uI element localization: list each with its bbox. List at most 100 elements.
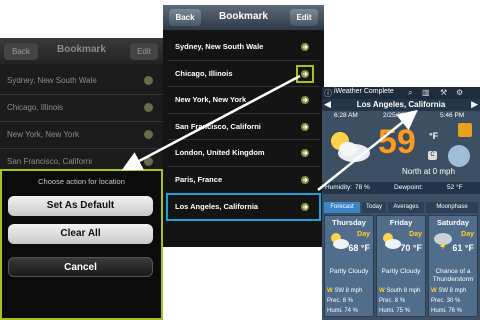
gear-arrow-icon[interactable] (296, 64, 314, 83)
weather-tabs: Forecast Today Averages Moonphase (322, 202, 480, 213)
weather-screen: ⓘ iWeather Complete ⌕ ▥ ⚒ ⚙ ◀ Los Angele… (322, 87, 480, 320)
gear-arrow-icon[interactable] (300, 175, 310, 185)
wind-prefix: W (431, 288, 437, 294)
list-item[interactable]: Sydney, New South Wale (167, 34, 320, 61)
partly-cloudy-icon (383, 233, 401, 249)
location-action-screen: Back Bookmark Edit Sydney, New South Wal… (0, 38, 163, 320)
tab-today[interactable]: Today (362, 202, 386, 213)
forecast-day-name: Friday (389, 218, 413, 227)
forecast-wind: SW 8 mph (438, 288, 467, 294)
wind-text: North at 0 mph (402, 167, 455, 176)
forecast-day-card: Saturday Day 61 °F Chance of a Thunderst… (428, 215, 478, 317)
dewpoint-label: Dewpoint: (394, 184, 423, 191)
list-item-label: Los Angeles, California (175, 201, 259, 211)
tab-moonphase[interactable]: Moonphase (426, 202, 478, 213)
partly-cloudy-icon (331, 233, 349, 249)
gear-arrow-icon[interactable] (144, 130, 153, 139)
tools-icon[interactable]: ⚒ (440, 88, 447, 97)
list-item-label: New York, New York (175, 95, 247, 105)
forecast-prec: 8 % (394, 298, 406, 304)
gear-arrow-icon[interactable] (300, 148, 310, 158)
forecast-condition: Partly Cloudy (329, 268, 369, 275)
forecast-wind: South 8 mph (386, 288, 421, 294)
gear-arrow-icon[interactable] (300, 42, 310, 52)
forecast-temp: 61 °F (452, 243, 474, 253)
prec-label: Prec. (327, 298, 342, 304)
search-icon[interactable]: ⌕ (408, 88, 412, 98)
bookmark-list: Sydney, New South Wale Chicago, Illinois… (166, 34, 321, 222)
bookmark-screen: Back Bookmark Edit Sydney, New South Wal… (163, 5, 324, 247)
info-icon[interactable]: ⓘ (324, 88, 332, 99)
edit-button[interactable]: Edit (130, 43, 158, 60)
forecast-day-name: Saturday (436, 218, 470, 227)
list-item-label: Chicago, Illinois (7, 103, 64, 112)
clear-all-button[interactable]: Clear All (8, 224, 153, 244)
wind-prefix: W (379, 288, 385, 294)
list-item[interactable]: Sydney, New South Wale (0, 68, 163, 95)
city-bar: ◀ Los Angeles, California ▶ (322, 99, 480, 111)
celsius-toggle-button[interactable]: C (428, 151, 437, 160)
book-icon[interactable]: ▥ (422, 88, 430, 97)
dewpoint-value: 52 °F (447, 184, 463, 191)
gear-arrow-icon[interactable] (300, 122, 310, 132)
sunset-time: 5:46 PM (440, 112, 465, 119)
gear-arrow-icon[interactable] (144, 103, 153, 112)
edit-button[interactable]: Edit (290, 9, 318, 26)
forecast-temp: 68 °F (348, 243, 370, 253)
forecast-prec: 30 % (446, 298, 461, 304)
list-item[interactable]: San Francisco, Californi (167, 114, 320, 141)
temperature-unit: °F (429, 131, 439, 141)
action-sheet-prompt: Choose action for location (38, 177, 125, 186)
partly-cloudy-icon (331, 132, 370, 162)
settings-icon[interactable]: ⚙ (456, 88, 463, 97)
list-item-label: San Francisco, Californi (175, 121, 261, 131)
list-item-label: New York, New York (7, 130, 80, 139)
humi-label: Humi. (327, 308, 343, 314)
list-item[interactable]: Chicago, Illinois (167, 61, 320, 88)
humidity-value: 78 % (355, 184, 370, 191)
forecast-day-card: Friday Day 70 °F Partly Cloudy W South 8… (376, 215, 426, 317)
gear-arrow-icon[interactable] (144, 76, 153, 85)
gear-arrow-icon[interactable] (144, 157, 153, 166)
tab-forecast[interactable]: Forecast (324, 202, 360, 213)
next-city-arrow-icon[interactable]: ▶ (471, 99, 478, 110)
sun-times: 6:28 AM 2/25/20 5:46 PM (322, 111, 480, 122)
list-item-selected[interactable]: Los Angeles, California (166, 192, 321, 222)
list-item[interactable]: Chicago, Illinois (0, 95, 163, 122)
forecast-day-name: Thursday (332, 218, 366, 227)
thunderstorm-icon (434, 233, 452, 250)
humidity-bar: Humidity: 78 % Dewpoint: 52 °F (322, 182, 480, 194)
wind-compass-icon (448, 145, 470, 167)
nav-bar: Back Bookmark Edit (163, 5, 324, 30)
app-toolbar: ⓘ iWeather Complete ⌕ ▥ ⚒ ⚙ (322, 87, 480, 99)
list-item[interactable]: New York, New York (0, 122, 163, 149)
cancel-button[interactable]: Cancel (8, 257, 153, 277)
forecast-humi: 75 % (396, 308, 411, 314)
forecast-humi: 74 % (344, 308, 359, 314)
gear-arrow-icon[interactable] (300, 95, 310, 105)
set-default-button[interactable]: Set As Default (8, 196, 153, 216)
wind-prefix: W (327, 288, 333, 294)
tab-averages[interactable]: Averages (388, 202, 424, 213)
humi-label: Humi. (379, 308, 395, 314)
humi-label: Humi. (431, 308, 447, 314)
alert-icon[interactable] (458, 123, 472, 137)
app-name: iWeather Complete (334, 88, 394, 95)
prec-label: Prec. (379, 298, 394, 304)
forecast-day-card: Thursday Day 68 °F Partly Cloudy W SW 8 … (324, 215, 374, 317)
bookmark-list: Sydney, New South Wale Chicago, Illinois… (0, 68, 163, 176)
gear-arrow-icon[interactable] (300, 202, 310, 212)
action-sheet: Choose action for location Set As Defaul… (0, 169, 163, 320)
forecast-prec: 8 % (342, 298, 354, 304)
list-item[interactable]: Paris, France (167, 167, 320, 194)
list-item-label: Paris, France (175, 174, 223, 184)
prec-label: Prec. (431, 298, 446, 304)
list-item[interactable]: New York, New York (167, 87, 320, 114)
forecast-period: Day (461, 231, 474, 238)
list-item[interactable]: London, United Kingdom (167, 140, 320, 167)
list-item-label: London, United Kingdom (175, 148, 265, 158)
forecast-period: Day (409, 231, 422, 238)
city-name: Los Angeles, California (356, 100, 446, 109)
current-temperature: 59 (378, 123, 416, 161)
list-item-label: Sydney, New South Wale (7, 76, 97, 85)
